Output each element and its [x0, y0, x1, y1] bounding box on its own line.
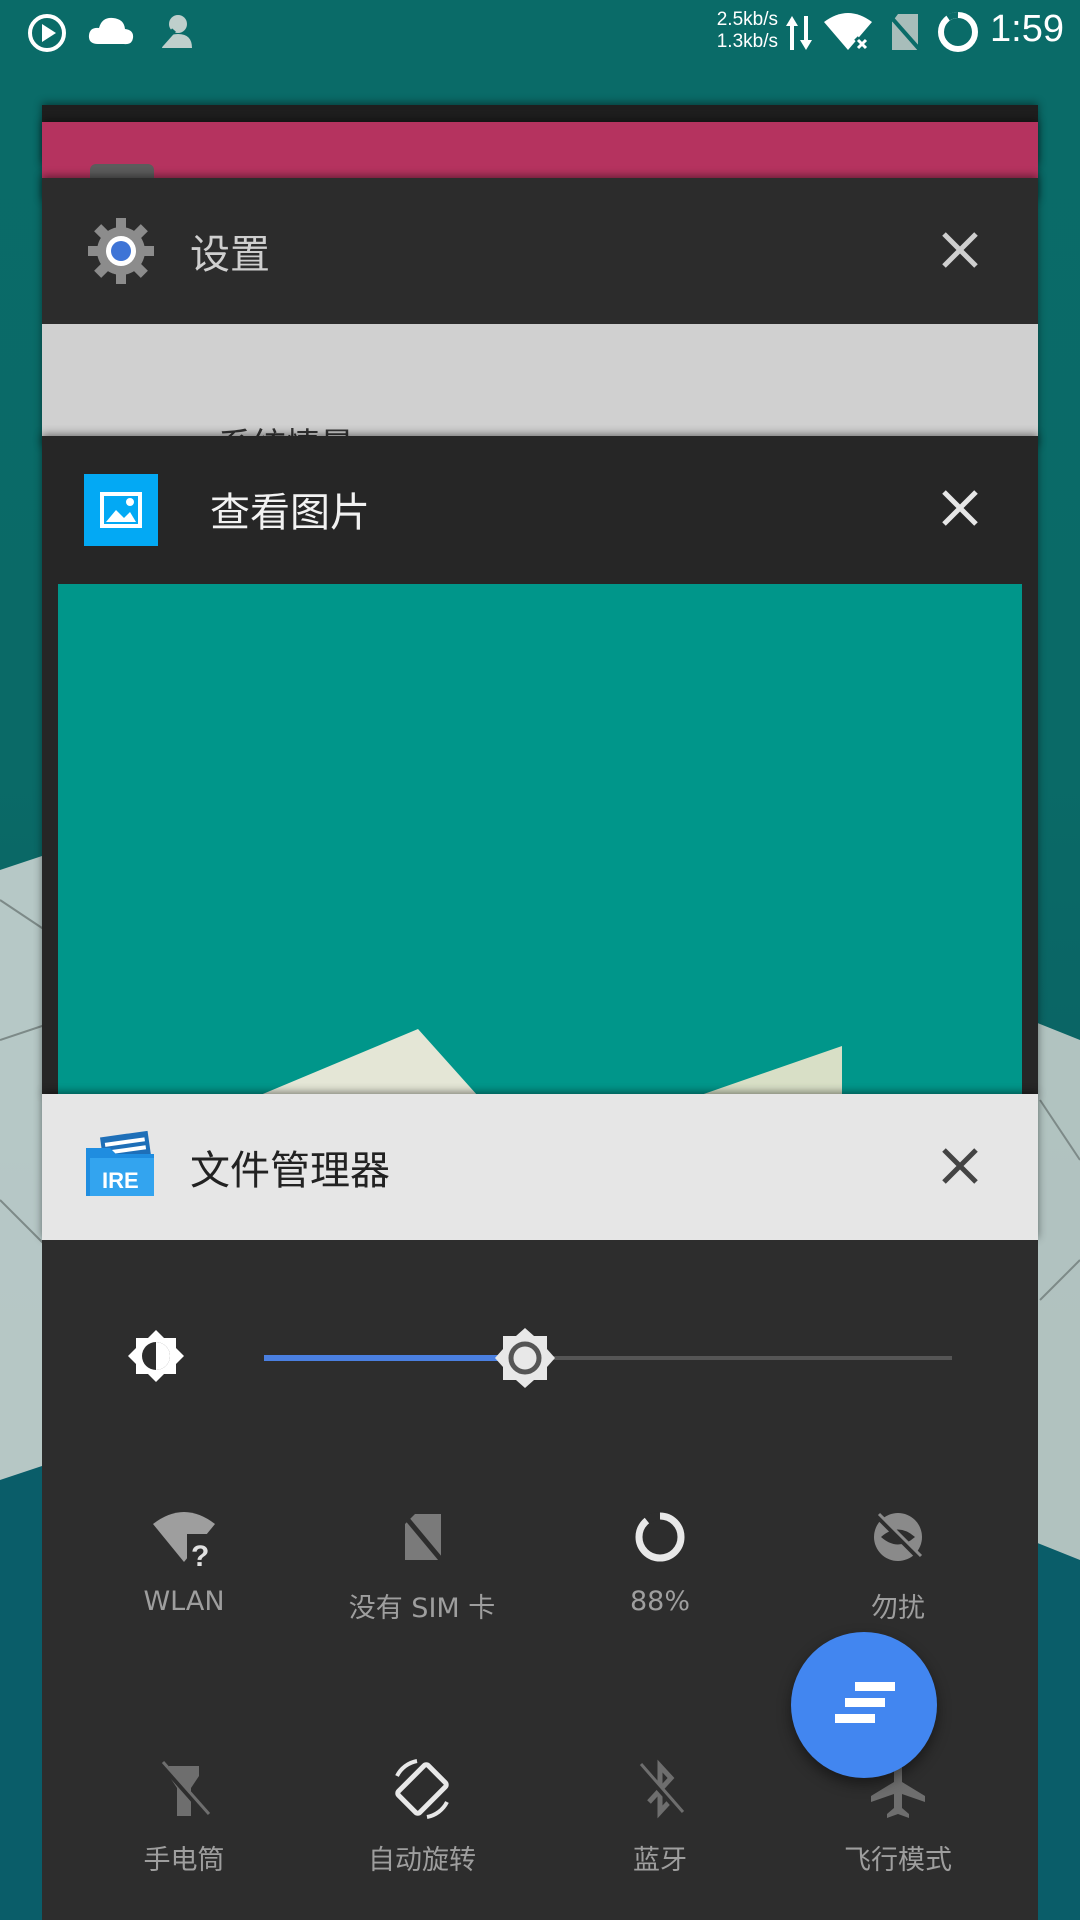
brightness-slider-thumb[interactable]	[493, 1326, 557, 1390]
tile-flashlight[interactable]: 手电筒	[64, 1754, 304, 1877]
tile-label: 自动旋转	[368, 1845, 476, 1876]
tile-label: 没有 SIM 卡	[348, 1593, 496, 1624]
flashlight-off-icon	[159, 1761, 211, 1818]
no-sim-icon	[888, 14, 922, 52]
preview-wallpaper	[258, 1029, 842, 1096]
wifi-icon	[824, 13, 872, 52]
quick-settings-panel: ? WLAN 没有 SIM 卡 88% 勿扰 手电筒 自动旋转 蓝牙 飞行模式	[42, 1240, 1038, 1920]
tile-auto-rotate[interactable]: 自动旋转	[302, 1754, 542, 1877]
close-icon[interactable]	[930, 478, 990, 538]
file-manager-icon: IRE	[86, 1130, 154, 1196]
tile-sim[interactable]: 没有 SIM 卡	[302, 1502, 542, 1625]
speed-up: 2.5kb/s	[716, 9, 778, 30]
svg-text:IRE: IRE	[102, 1168, 139, 1193]
data-arrows-icon	[786, 16, 812, 50]
speed-down: 1.3kb/s	[716, 31, 778, 52]
tile-label: WLAN	[143, 1586, 225, 1617]
card-title: 查看图片	[210, 490, 370, 536]
wifi-unknown-icon: ?	[153, 1512, 217, 1572]
card-preview: 系统情景	[42, 324, 1038, 466]
image-icon	[84, 474, 158, 546]
clear-all-icon	[835, 1682, 895, 1723]
battery-ring-icon	[635, 1512, 685, 1562]
recent-card-settings[interactable]: 设置 系统情景	[42, 178, 1038, 466]
tile-label: 飞行模式	[844, 1845, 952, 1876]
close-icon[interactable]	[930, 220, 990, 280]
tile-airplane[interactable]: 飞行模式	[778, 1754, 1018, 1877]
svg-text:?: ?	[191, 1540, 209, 1572]
card-preview	[58, 584, 1022, 1096]
tile-label: 蓝牙	[633, 1845, 687, 1876]
tile-label: 手电筒	[143, 1845, 225, 1876]
card-title: 文件管理器	[190, 1148, 390, 1194]
clock: 1:59	[990, 8, 1064, 50]
network-speed: 2.5kb/s 1.3kb/s	[712, 9, 778, 53]
cloud-icon	[88, 17, 134, 45]
tile-label: 勿扰	[871, 1593, 925, 1624]
recent-card-file-manager[interactable]: IRE 文件管理器	[42, 1094, 1038, 1240]
play-circle-icon	[28, 14, 66, 52]
recent-card-gallery[interactable]: 查看图片	[42, 436, 1038, 1096]
do-not-disturb-icon	[874, 1512, 923, 1561]
tile-wlan[interactable]: ? WLAN	[64, 1502, 304, 1617]
tile-label: 88%	[629, 1586, 690, 1617]
close-icon[interactable]	[930, 1136, 990, 1196]
auto-rotate-icon	[395, 1759, 449, 1819]
tile-battery[interactable]: 88%	[540, 1502, 780, 1617]
no-sim-icon	[401, 1512, 445, 1564]
bluetooth-off-icon	[637, 1759, 685, 1819]
battery-ring-icon	[938, 12, 978, 52]
brightness-slider-fill	[264, 1355, 525, 1361]
brightness-icon	[128, 1330, 184, 1382]
card-title: 设置	[190, 232, 270, 278]
gear-icon	[88, 218, 154, 284]
card-header: 查看图片	[42, 436, 1038, 582]
card-header: IRE 文件管理器	[42, 1094, 1038, 1240]
card-header: 设置	[42, 178, 1038, 324]
tile-dnd[interactable]: 勿扰	[778, 1502, 1018, 1625]
person-icon	[156, 15, 192, 50]
tile-bluetooth[interactable]: 蓝牙	[540, 1754, 780, 1877]
status-bar: 2.5kb/s 1.3kb/s 1:59	[0, 0, 1080, 64]
clear-all-button[interactable]	[791, 1632, 937, 1778]
